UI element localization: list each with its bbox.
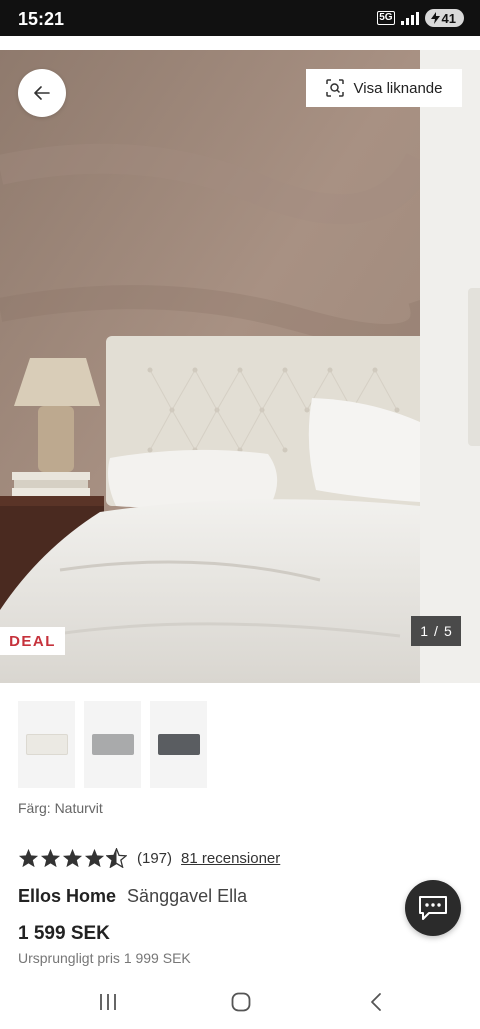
status-bar: 15:21 5G 41 [0, 0, 480, 36]
rating-stars [18, 848, 127, 868]
headboard-swatch [25, 734, 68, 755]
reviews-link[interactable]: 81 recensioner [181, 850, 280, 867]
counter-separator: / [434, 623, 438, 639]
visual-search-icon [325, 79, 344, 97]
home-icon [231, 992, 251, 1012]
headboard-swatch [157, 734, 200, 755]
status-icons: 5G 41 [377, 9, 464, 27]
star-icon [40, 848, 61, 868]
star-icon [62, 848, 83, 868]
battery-charging-icon [430, 12, 440, 24]
recent-apps-icon [100, 994, 116, 1010]
network-type: 5G [377, 11, 395, 25]
status-time: 15:21 [18, 9, 65, 29]
battery-level: 41 [441, 10, 456, 26]
system-back-button[interactable] [361, 987, 391, 1017]
visa-liknande-button[interactable]: Visa liknande [306, 69, 462, 107]
headboard-swatch [91, 734, 134, 755]
color-label: Färg: Naturvit [18, 800, 103, 816]
chat-icon [419, 896, 447, 920]
original-price: Ursprungligt pris 1 999 SEK [18, 950, 191, 966]
product-title: Ellos Home Sänggavel Ella [18, 886, 247, 907]
half-star-icon [106, 848, 127, 868]
brand-name[interactable]: Ellos Home [18, 886, 116, 906]
rating-count: (197) [137, 849, 173, 867]
home-button[interactable] [226, 987, 256, 1017]
next-image-preview [468, 288, 480, 446]
arrow-left-icon [34, 86, 50, 100]
navigation-bar [0, 975, 480, 1029]
product-price: 1 599 SEK [18, 923, 110, 944]
back-icon [371, 993, 381, 1011]
recent-apps-button[interactable] [93, 987, 123, 1017]
star-icon [84, 848, 105, 868]
battery-indicator: 41 [424, 9, 464, 27]
product-image[interactable] [0, 50, 420, 683]
star-icon [18, 848, 39, 868]
thumbnail-natural-white[interactable] [18, 701, 75, 788]
counter-current: 1 [420, 623, 429, 639]
back-button[interactable] [18, 69, 66, 117]
image-counter: 1 / 5 [411, 616, 461, 646]
signal-icon [400, 11, 419, 25]
product-name: Sänggavel Ella [127, 886, 248, 906]
thumbnail-light-grey[interactable] [84, 701, 141, 788]
chat-button[interactable] [405, 880, 461, 936]
product-photo-illustration [0, 50, 420, 683]
rating-row: (197) 81 recensioner [18, 848, 280, 868]
color-thumbnails [18, 701, 207, 788]
next-image-peek[interactable] [420, 50, 480, 683]
product-image-gallery[interactable] [0, 50, 480, 683]
visa-liknande-label: Visa liknande [353, 79, 443, 97]
deal-badge: DEAL [0, 627, 65, 655]
thumbnail-dark-grey[interactable] [150, 701, 207, 788]
counter-total: 5 [443, 623, 452, 639]
